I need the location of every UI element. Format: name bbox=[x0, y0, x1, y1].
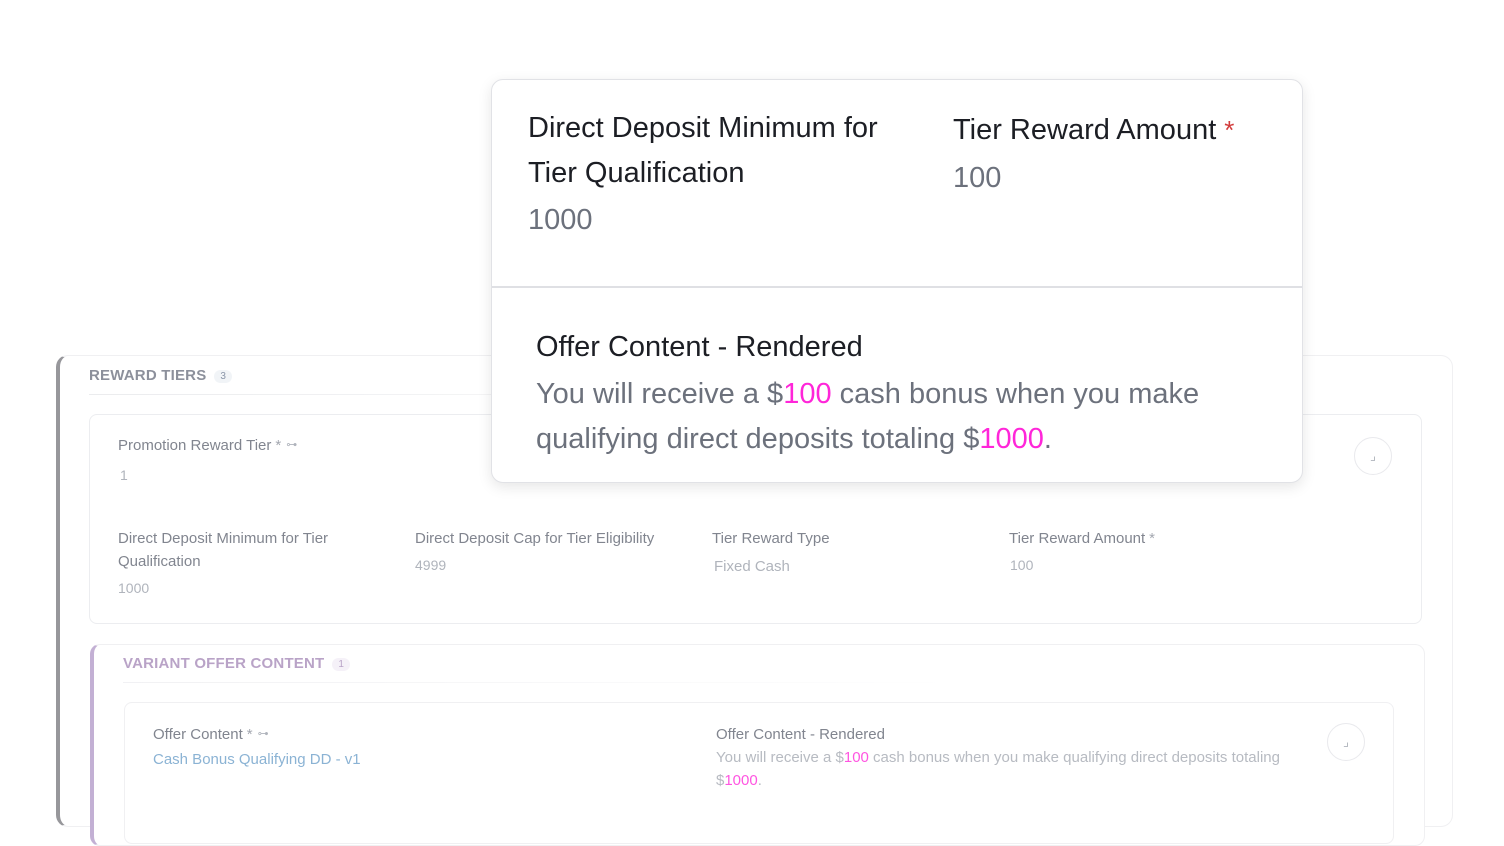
section-divider bbox=[123, 682, 953, 683]
dd-cap-value[interactable]: 4999 bbox=[415, 555, 446, 575]
zoom-reward-amount-value: 100 bbox=[953, 162, 1002, 194]
collapse-icon: ⌟ bbox=[1342, 734, 1350, 749]
key-icon: ⊶ bbox=[257, 728, 269, 740]
reward-amount-value[interactable]: 100 bbox=[1010, 555, 1033, 575]
promotion-reward-tier-value[interactable]: 1 bbox=[120, 465, 128, 485]
promotion-reward-tier-label: Promotion Reward Tier * ⊶ bbox=[118, 434, 297, 457]
required-asterisk: * bbox=[246, 726, 253, 743]
variant-offer-content-header: VARIANT OFFER CONTENT 1 bbox=[123, 655, 351, 672]
highlighted-amount: 100 bbox=[843, 749, 869, 766]
zoom-rendered-label: Offer Content - Rendered bbox=[536, 331, 863, 363]
zoom-dd-minimum-value: 1000 bbox=[528, 204, 593, 236]
zoom-reward-amount-label: Tier Reward Amount * bbox=[953, 114, 1235, 146]
highlighted-amount: 100 bbox=[783, 378, 832, 410]
reward-type-label: Tier Reward Type bbox=[712, 530, 830, 547]
dd-cap-label: Direct Deposit Cap for Tier Eligibility bbox=[415, 530, 655, 547]
reward-tiers-title: REWARD TIERS bbox=[89, 367, 207, 384]
zoom-callout: Direct Deposit Minimum for Tier Qualific… bbox=[491, 79, 1303, 483]
reward-type-value[interactable]: Fixed Cash bbox=[714, 557, 790, 577]
variant-count-badge: 1 bbox=[332, 657, 351, 671]
reward-amount-label: Tier Reward Amount * bbox=[1009, 530, 1156, 547]
highlighted-deposit: 1000 bbox=[724, 772, 758, 789]
dd-minimum-label: Direct Deposit Minimum for Tier Qualific… bbox=[118, 530, 329, 570]
offer-rendered-label: Offer Content - Rendered bbox=[716, 726, 885, 743]
collapse-button[interactable]: ⌟ bbox=[1354, 437, 1392, 475]
offer-content-card: Offer Content * ⊶ Cash Bonus Qualifying DD… bbox=[124, 702, 1394, 844]
offer-rendered-text: You will receive a $100 cash bonus when … bbox=[716, 749, 1280, 789]
offer-content-label: Offer Content * ⊶ bbox=[153, 723, 269, 746]
zoom-divider bbox=[492, 286, 1302, 288]
zoom-dd-minimum-label: Direct Deposit Minimum for Tier Qualific… bbox=[528, 112, 878, 189]
variant-offer-content-title: VARIANT OFFER CONTENT bbox=[123, 655, 325, 672]
required-asterisk: * bbox=[1149, 530, 1156, 547]
collapse-icon: ⌟ bbox=[1369, 448, 1377, 463]
required-asterisk: * bbox=[275, 437, 282, 454]
reward-tiers-header: REWARD TIERS 3 bbox=[89, 367, 233, 384]
zoom-rendered-text: You will receive a $100 cash bonus when … bbox=[536, 378, 1200, 455]
key-icon: ⊶ bbox=[286, 439, 298, 451]
highlighted-deposit: 1000 bbox=[979, 423, 1044, 455]
required-asterisk: * bbox=[1224, 115, 1235, 145]
dd-minimum-value[interactable]: 1000 bbox=[118, 578, 149, 598]
variant-offer-content-section: VARIANT OFFER CONTENT 1 Offer Content * ⊶ C… bbox=[90, 644, 1425, 846]
reward-tiers-count-badge: 3 bbox=[214, 369, 233, 383]
collapse-button[interactable]: ⌟ bbox=[1327, 723, 1365, 761]
offer-content-link[interactable]: Cash Bonus Qualifying DD - v1 bbox=[153, 751, 361, 768]
